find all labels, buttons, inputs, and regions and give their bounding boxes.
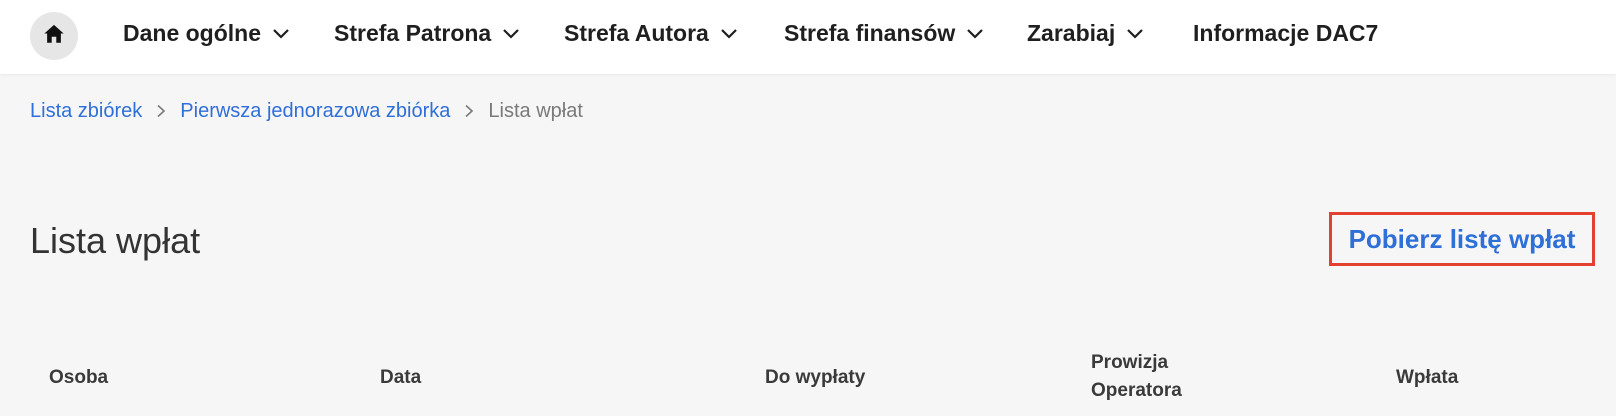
breadcrumb: Lista zbiórek Pierwsza jednorazowa zbiór… (30, 96, 583, 126)
nav-item-label: Strefa finansów (784, 19, 956, 46)
chevron-down-icon (1125, 23, 1145, 43)
chevron-down-icon (965, 23, 985, 43)
column-header-osoba[interactable]: Osoba (49, 364, 108, 392)
chevron-right-icon (462, 104, 476, 118)
nav-item-label: Strefa Autora (564, 19, 709, 46)
column-header-label-line1: Prowizja (1091, 352, 1169, 373)
column-header-label: Data (380, 367, 422, 388)
breadcrumb-link-zbiorka[interactable]: Pierwsza jednorazowa zbiórka (180, 100, 450, 123)
nav-item-label: Dane ogólne (123, 19, 262, 46)
nav-item-dane-ogolne[interactable]: Dane ogólne (123, 17, 291, 49)
column-header-label: Osoba (49, 367, 109, 388)
chevron-right-icon (154, 104, 168, 118)
breadcrumb-link-lista-zbiorek[interactable]: Lista zbiórek (30, 100, 142, 123)
breadcrumb-current: Lista wpłat (488, 99, 583, 122)
nav-item-zarabiaj[interactable]: Zarabiaj (1027, 17, 1145, 49)
nav-item-informacje-dac7[interactable]: Informacje DAC7 (1193, 17, 1378, 49)
chevron-down-icon (719, 23, 739, 43)
column-header-do-wyplaty[interactable]: Do wypłaty (765, 364, 865, 392)
column-header-label: Wpłata (1396, 367, 1459, 388)
top-navigation-bar: Dane ogólne Strefa Patrona Strefa Autora… (0, 0, 1616, 74)
chevron-down-icon (501, 23, 521, 43)
column-header-data[interactable]: Data (380, 364, 421, 392)
column-header-wplata[interactable]: Wpłata (1396, 364, 1458, 392)
nav-item-label: Informacje DAC7 (1193, 19, 1379, 46)
nav-item-strefa-patrona[interactable]: Strefa Patrona (334, 17, 521, 49)
home-button[interactable] (30, 12, 78, 60)
download-list-button[interactable]: Pobierz listę wpłat (1329, 212, 1595, 266)
chevron-down-icon (271, 23, 291, 43)
page-title: Lista wpłat (30, 220, 201, 261)
nav-item-label: Zarabiaj (1027, 19, 1116, 46)
home-icon (43, 23, 65, 50)
nav-item-strefa-autora[interactable]: Strefa Autora (564, 17, 739, 49)
column-header-label: Do wypłaty (765, 367, 866, 388)
column-header-label-line2: Operatora (1091, 380, 1182, 401)
column-header-prowizja-operatora[interactable]: Prowizja Operatora (1091, 349, 1182, 405)
nav-item-label: Strefa Patrona (334, 19, 492, 46)
nav-item-strefa-finansow[interactable]: Strefa finansów (784, 17, 985, 49)
